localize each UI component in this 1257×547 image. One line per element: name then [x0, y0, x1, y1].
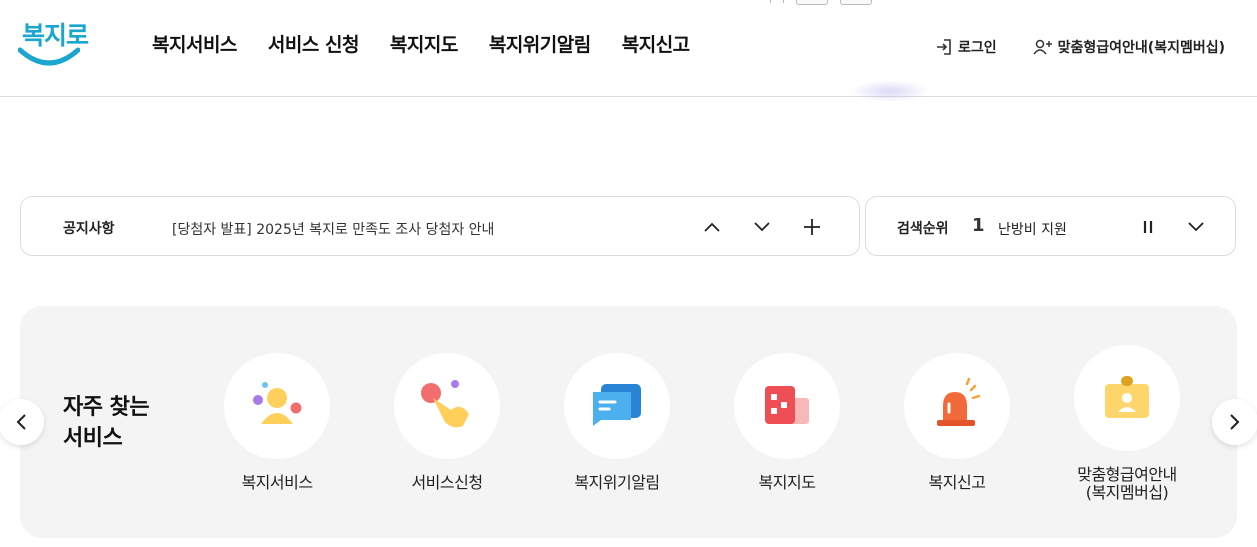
- nav-service-apply[interactable]: 서비스 신청: [268, 30, 360, 57]
- service-label: 복지위기알림: [574, 473, 660, 492]
- membership-link[interactable]: 맞춤형급여안내(복지멤버십): [1033, 37, 1225, 57]
- service-welfare-report[interactable]: 복지신고: [882, 353, 1032, 492]
- ranking-expand-button[interactable]: [1185, 216, 1207, 238]
- ranking-pause-button[interactable]: [1137, 216, 1159, 238]
- chevron-down-icon: [1188, 222, 1204, 232]
- site-header: 복지로 복지서비스 서비스 신청 복지지도 복지위기알림 복지신고 로그인 맞춤…: [0, 0, 1257, 97]
- service-label: 복지서비스: [241, 473, 313, 492]
- hand-pointer-icon: [421, 380, 469, 428]
- login-link[interactable]: 로그인: [935, 37, 997, 57]
- notice-text[interactable]: [당첨자 발표] 2025년 복지로 만족도 조사 당첨자 안내: [172, 219, 494, 239]
- carousel-prev-button[interactable]: [0, 399, 44, 445]
- service-membership[interactable]: 맞춤형급여안내 (복지멤버십): [1052, 345, 1202, 502]
- user-plus-icon: [1033, 39, 1052, 55]
- pause-icon: [1143, 221, 1153, 233]
- service-label: 복지지도: [758, 473, 816, 492]
- service-crisis-alert[interactable]: 복지위기알림: [542, 353, 692, 492]
- utility-bar: [770, 0, 872, 5]
- service-label: 복지신고: [928, 473, 986, 492]
- search-ranking-bar: 검색순위 1 난방비 지원: [865, 196, 1236, 256]
- plus-icon: [804, 219, 820, 235]
- chevron-right-icon: [1230, 414, 1240, 430]
- nav-welfare-map[interactable]: 복지지도: [390, 30, 458, 57]
- font-size-down-button[interactable]: [796, 0, 828, 5]
- logo-smile-icon: [18, 47, 80, 66]
- frequent-services-panel: 자주 찾는 서비스 복지서비스 서비스신청 복지위기알림 복지지도 복지신고 맞…: [20, 306, 1237, 538]
- login-label: 로그인: [958, 40, 997, 56]
- notice-bar: 공지사항 [당첨자 발표] 2025년 복지로 만족도 조사 당첨자 안내: [20, 196, 860, 256]
- notice-controls: [701, 216, 823, 238]
- ranking-title: 검색순위: [897, 221, 949, 237]
- font-size-up-button[interactable]: [840, 0, 872, 5]
- chevron-up-icon: [704, 222, 720, 232]
- service-label: 서비스신청: [411, 473, 483, 492]
- id-card-icon: [1105, 376, 1149, 418]
- notice-prev-button[interactable]: [701, 216, 723, 238]
- login-icon: [937, 39, 951, 55]
- header-util: 로그인 맞춤형급여안내(복지멤버십): [935, 37, 1225, 57]
- nav-welfare-service[interactable]: 복지서비스: [152, 30, 237, 57]
- chat-bubble-icon: [593, 384, 641, 426]
- decorative-glow: [850, 80, 930, 102]
- site-logo[interactable]: 복지로: [18, 16, 89, 68]
- carousel-next-button[interactable]: [1212, 399, 1257, 445]
- service-welfare[interactable]: 복지서비스: [202, 353, 352, 492]
- notice-next-button[interactable]: [751, 216, 773, 238]
- service-welfare-map[interactable]: 복지지도: [712, 353, 862, 492]
- siren-icon: [937, 377, 981, 426]
- main-nav: 복지서비스 서비스 신청 복지지도 복지위기알림 복지신고: [152, 30, 690, 57]
- notice-more-button[interactable]: [801, 216, 823, 238]
- chevron-left-icon: [16, 414, 26, 430]
- membership-label: 맞춤형급여안내(복지멤버십): [1057, 40, 1225, 56]
- ranking-controls: [1137, 216, 1207, 238]
- nav-crisis-alert[interactable]: 복지위기알림: [489, 30, 591, 57]
- frequent-services-title: 자주 찾는 서비스: [63, 395, 150, 451]
- ranking-keyword[interactable]: 난방비 지원: [998, 219, 1067, 239]
- chevron-down-icon: [754, 222, 770, 232]
- nav-welfare-report[interactable]: 복지신고: [622, 30, 690, 57]
- service-label: 맞춤형급여안내 (복지멤버십): [1077, 465, 1177, 502]
- notice-title: 공지사항: [63, 221, 115, 237]
- ranking-number: 1: [972, 215, 985, 236]
- map-blocks-icon: [765, 386, 809, 424]
- service-apply[interactable]: 서비스신청: [372, 353, 522, 492]
- person-icon: [253, 382, 302, 424]
